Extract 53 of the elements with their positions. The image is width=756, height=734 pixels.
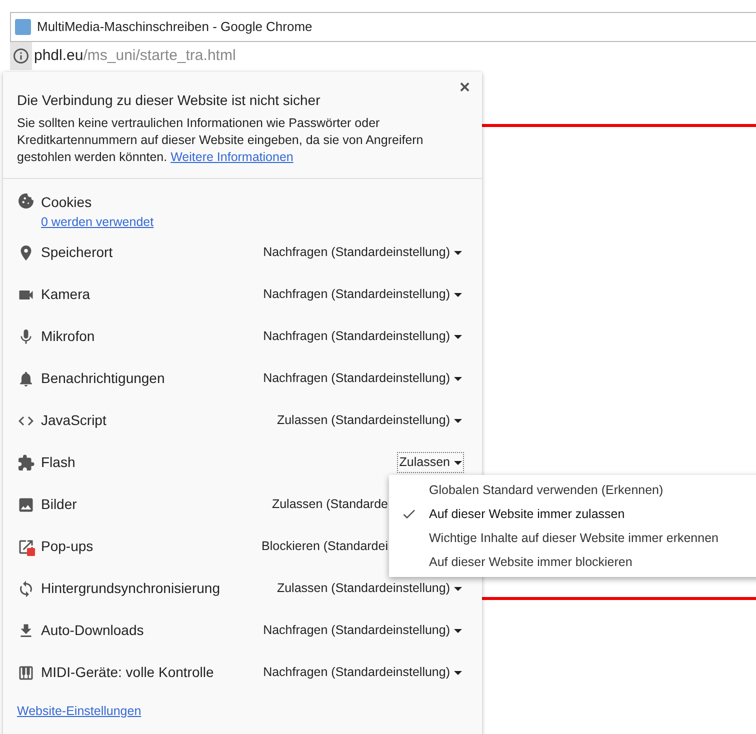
site-settings-link[interactable]: Website-Einstellungen [17,702,468,720]
permission-dropdown[interactable]: Nachfragen (Standardeinstellung) [261,284,464,306]
permission-label: Speicherort [41,243,114,262]
permission-dropdown[interactable]: Nachfragen (Standardeinstellung) [261,662,464,684]
caret-icon [454,250,462,255]
sync-arrows-icon [17,580,35,598]
security-message: Sie sollten keine vertraulichen Informationen wie Passwörter oder Kreditkartennummern auf dieser Website eingeben, da sie von Angreifern gestohlen werden könnten. Weitere Informationen [17,115,424,166]
permission-dropdown[interactable]: Zulassen (Standardeinstellung) [274,578,464,600]
caret-icon [454,628,462,633]
permission-label: JavaScript [41,411,108,430]
permission-dropdown[interactable]: Nachfragen (Standardeinstellung) [261,620,464,642]
permission-label: Hintergrundsynchronisierung [41,579,221,598]
url-path: /ms_uni/starte_tra.html [83,46,236,66]
menu-item[interactable]: Auf dieser Website immer blockieren [389,550,756,574]
caret-icon [454,460,462,465]
info-icon [12,47,30,65]
menu-item[interactable]: Globalen Standard verwenden (Erkennen) [389,478,756,502]
image-icon [17,496,35,514]
piano-keys-icon [17,664,35,682]
permission-label: Auto-Downloads [41,621,145,640]
permission-dropdown[interactable]: Zulassen (Standardeinstellung) [274,410,464,432]
caret-icon [454,292,462,297]
more-info-link[interactable]: Weitere Informationen [170,150,294,164]
caret-icon [454,334,462,339]
bell-icon [17,370,35,388]
menu-item[interactable]: Auf dieser Website immer zulassen [389,502,756,526]
permission-dropdown[interactable]: Zulassen [397,452,464,474]
caret-icon [454,586,462,591]
permission-label: Benachrichtigungen [41,369,166,388]
caret-icon [454,418,462,423]
window-title: MultiMedia-Maschinschreiben - Google Chrome [37,18,312,36]
permission-label: Flash [41,453,76,472]
caret-icon [454,376,462,381]
permission-label: MIDI-Geräte: volle Kontrolle [41,663,215,682]
close-button[interactable]: × [459,78,470,96]
cookies-label: Cookies [41,193,93,212]
permission-label: Pop-ups [41,537,94,556]
permission-dropdown[interactable]: Nachfragen (Standardeinstellung) [261,326,464,348]
permission-label: Kamera [41,285,92,304]
cookie-icon [17,192,35,210]
puzzle-piece-icon [17,454,35,472]
permission-dropdown[interactable]: Nachfragen (Standardeinstellung) [261,368,464,390]
caret-icon [454,670,462,675]
url-host: phdl.eu [34,46,84,66]
menu-item[interactable]: Wichtige Inhalte auf dieser Website immer erkennen [389,526,756,550]
site-info-button[interactable] [10,42,32,70]
cookies-link[interactable]: 0 werden verwendet [41,213,154,232]
security-heading: Die Verbindung zu dieser Website ist nicht sicher [17,91,322,110]
permission-dropdown[interactable]: Nachfragen (Standardeinstellung) [261,242,464,264]
permission-label: Mikrofon [41,327,96,346]
popup-blocked-icon [17,538,35,556]
permission-label: Bilder [41,495,78,514]
favicon-icon [15,19,31,35]
